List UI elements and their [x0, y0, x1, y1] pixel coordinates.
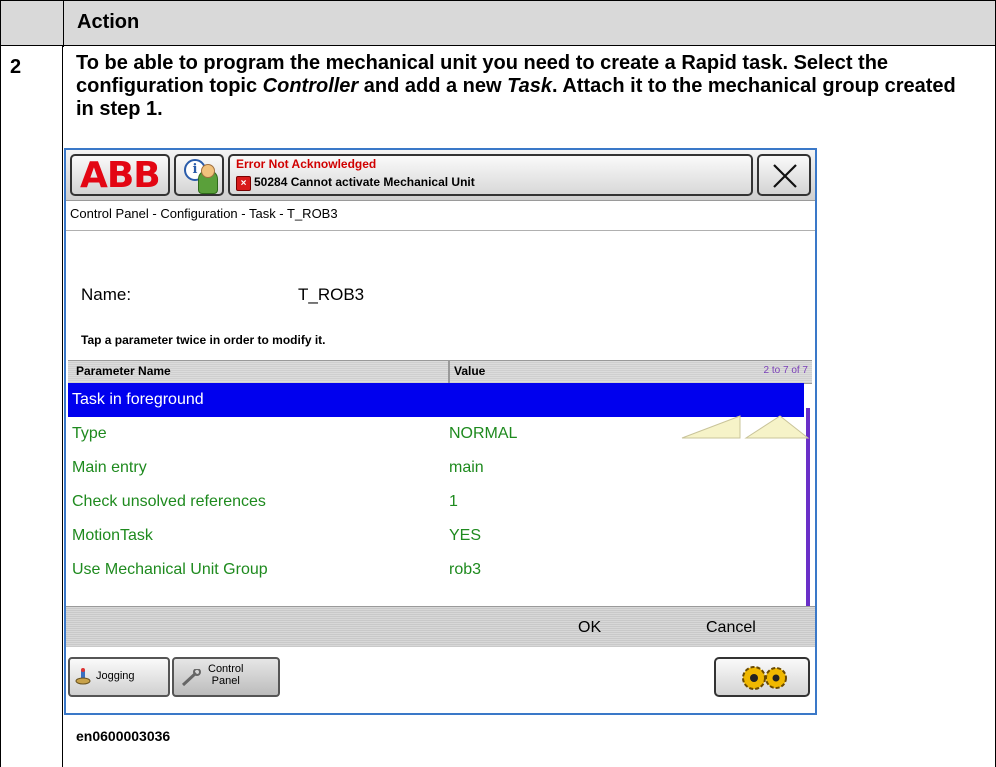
column-divider [448, 361, 450, 383]
column-header-value[interactable]: Value [454, 364, 485, 378]
operator-head-icon [201, 164, 215, 178]
divider [66, 230, 815, 231]
table-row[interactable]: Check unsolved references 1 [68, 485, 804, 519]
action-column-header: Action [77, 11, 140, 33]
parameter-name: Use Mechanical Unit Group [72, 561, 268, 578]
top-status-bar: ABB i Error Not Acknowledged × 50284 Can… [66, 150, 815, 201]
control-panel-label-line: Control [208, 663, 244, 675]
parameter-name: Type [72, 425, 107, 442]
table-left-border [0, 46, 1, 767]
table-row[interactable]: Task in foreground [68, 383, 804, 417]
step-instruction: To be able to program the mechanical uni… [76, 52, 976, 121]
error-status-title: Error Not Acknowledged [236, 157, 377, 171]
parameter-name: Task in foreground [72, 391, 204, 408]
figure-caption: en0600003036 [76, 728, 171, 744]
grid-header: Parameter Name Value 2 to 7 of 7 [68, 360, 812, 384]
gears-icon [742, 666, 787, 690]
parameter-value: NORMAL [449, 425, 518, 442]
table-header-row: Action [0, 0, 996, 47]
parameter-name: Check unsolved references [72, 493, 266, 510]
table-row[interactable]: Main entry main [68, 451, 804, 485]
row-count: 2 to 7 of 7 [763, 365, 808, 376]
breadcrumb: Control Panel - Configuration - Task - T… [70, 206, 338, 221]
instruction-hint: Tap a parameter twice in order to modify… [81, 333, 326, 347]
close-button[interactable] [757, 154, 811, 196]
wrench-icon [181, 669, 201, 687]
table-row[interactable]: MotionTask YES [68, 519, 804, 553]
parameter-name: Main entry [72, 459, 147, 476]
parameter-value: 1 [449, 493, 458, 510]
abb-logo: ABB [80, 155, 161, 196]
scroll-arrows-icon[interactable] [680, 414, 810, 440]
parameter-name: MotionTask [72, 527, 153, 544]
jogging-task-button[interactable]: Jogging [68, 657, 170, 697]
jogging-label: Jogging [96, 670, 135, 682]
error-message: 50284 Cannot activate Mechanical Unit [254, 175, 475, 189]
controller-term: Controller [262, 75, 359, 97]
control-panel-label-line: Panel [211, 675, 240, 687]
operator-window-button[interactable]: i [174, 154, 224, 196]
close-icon [773, 164, 797, 188]
control-panel-label: Control Panel [208, 663, 243, 687]
parameter-value: YES [449, 527, 482, 544]
table-row[interactable]: Use Mechanical Unit Group rob3 [68, 553, 804, 587]
parameter-value: main [449, 459, 484, 476]
column-header-parameter[interactable]: Parameter Name [76, 364, 171, 378]
jogging-icon [75, 668, 91, 685]
step-text-part: and add a new [358, 75, 508, 97]
task-term: Task [507, 75, 552, 97]
ok-button[interactable]: OK [578, 619, 601, 637]
name-label: Name: [81, 285, 132, 304]
quickset-button[interactable] [714, 657, 810, 697]
control-panel-task-button[interactable]: Control Panel [172, 657, 280, 697]
name-value: T_ROB3 [298, 285, 365, 304]
flexpendant-screen: ABB i Error Not Acknowledged × 50284 Can… [64, 148, 817, 715]
event-status-area[interactable]: Error Not Acknowledged × 50284 Cannot ac… [228, 154, 753, 196]
command-bar: OK Cancel [66, 606, 815, 647]
cancel-button[interactable]: Cancel [706, 619, 756, 637]
column-divider [62, 46, 63, 767]
column-divider [63, 1, 64, 47]
taskbar: Jogging Control Panel [66, 647, 815, 713]
abb-menu-button[interactable]: ABB [70, 154, 170, 196]
parameter-value: rob3 [449, 561, 482, 578]
step-number: 2 [10, 56, 22, 78]
error-icon: × [236, 176, 251, 191]
